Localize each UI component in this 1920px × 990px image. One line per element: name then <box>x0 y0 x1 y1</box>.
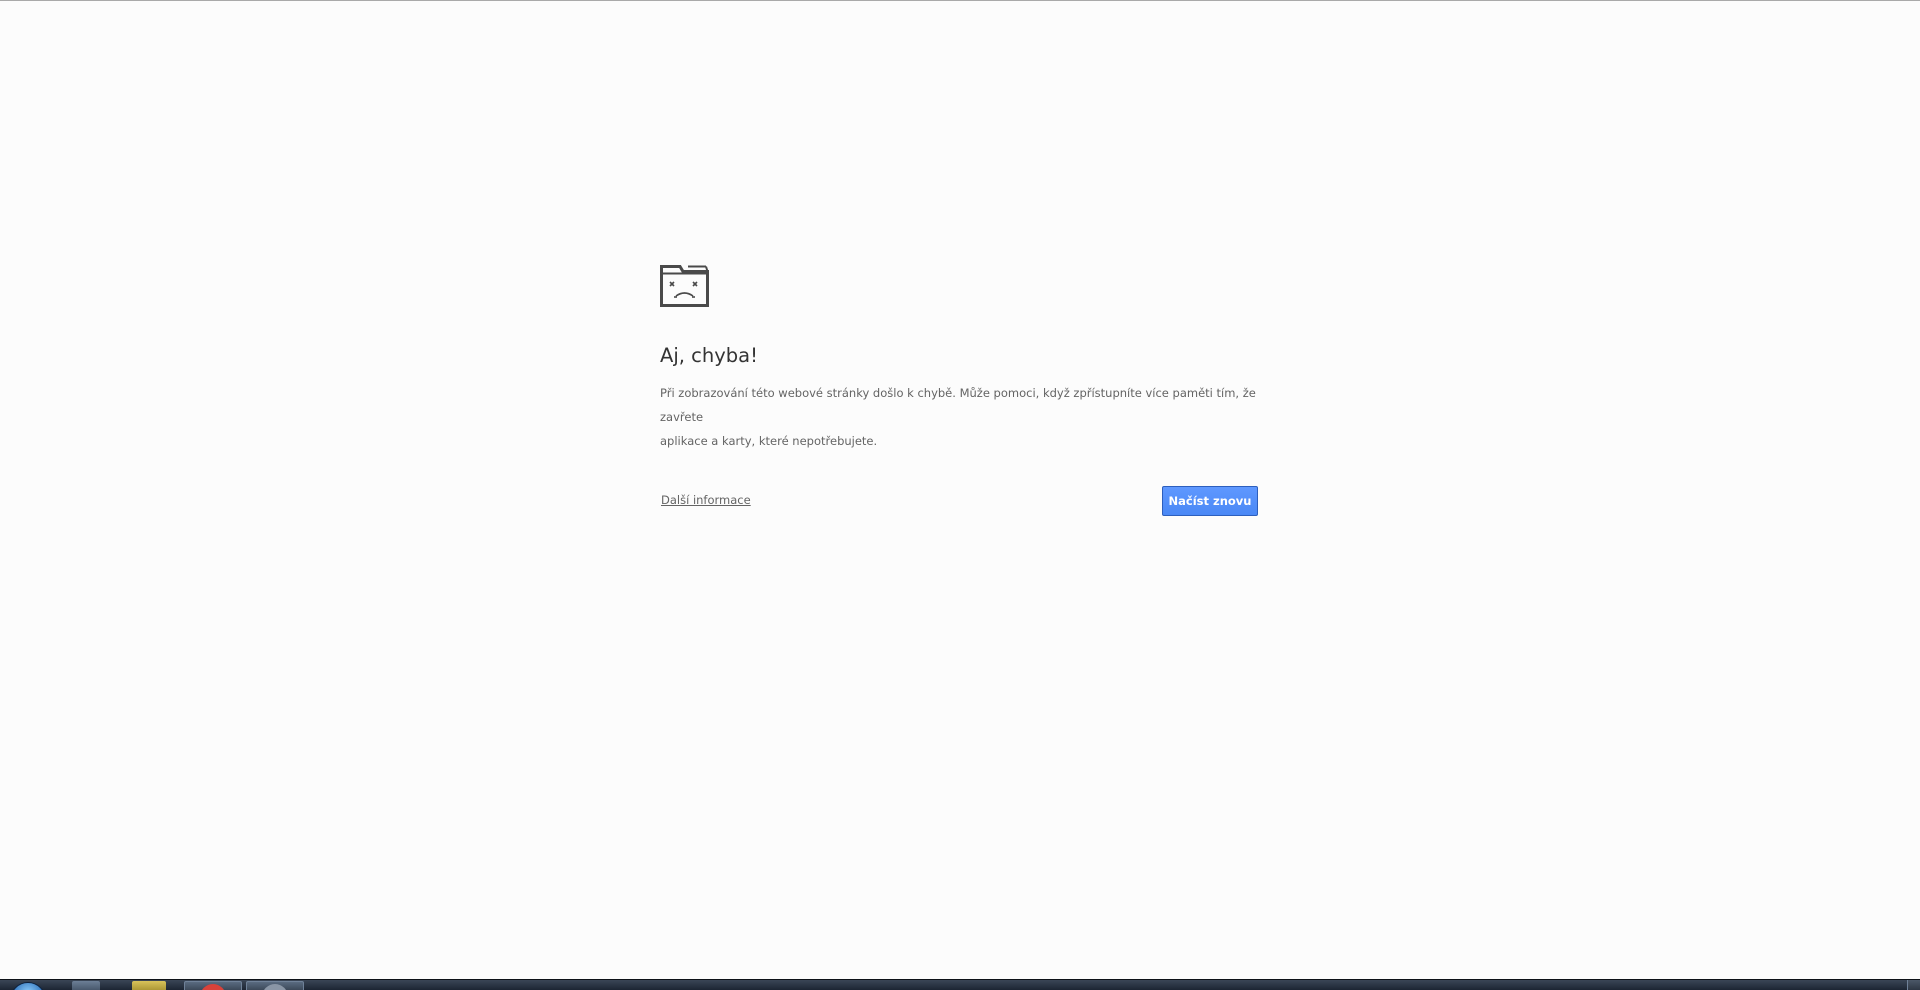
folder-icon[interactable] <box>132 981 166 990</box>
error-message-line1: Při zobrazování této webové stránky došl… <box>660 386 1256 424</box>
chrome-taskbar-button[interactable] <box>184 981 242 990</box>
error-message-line2: aplikace a karty, které nepotřebujete. <box>660 434 878 448</box>
ie-icon[interactable] <box>72 981 100 990</box>
error-title: Aj, chyba! <box>660 344 758 367</box>
taskbar <box>0 979 1920 990</box>
other-app-taskbar-button[interactable] <box>246 981 304 990</box>
windows-orb-icon[interactable] <box>10 982 46 990</box>
error-content: Aj, chyba! Při zobrazování této webové s… <box>660 265 1258 516</box>
reload-button[interactable]: Načíst znovu <box>1162 486 1258 516</box>
error-actions: Další informace Načíst znovu <box>660 486 1258 516</box>
app-icon <box>262 984 288 990</box>
more-info-link[interactable]: Další informace <box>661 493 751 507</box>
sad-tab-icon <box>660 265 709 307</box>
error-message: Při zobrazování této webové stránky došl… <box>660 381 1258 453</box>
chrome-icon <box>200 984 226 990</box>
show-desktop-button[interactable] <box>1907 980 1920 990</box>
browser-page: Aj, chyba! Při zobrazování této webové s… <box>0 1 1920 979</box>
